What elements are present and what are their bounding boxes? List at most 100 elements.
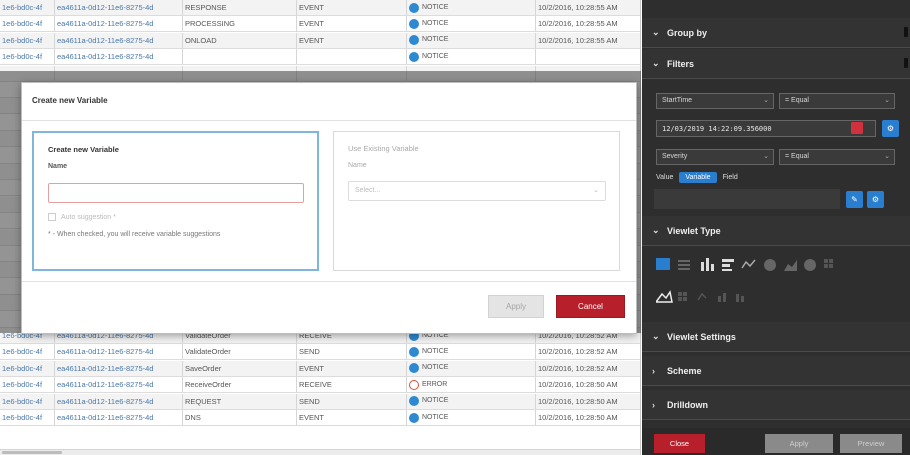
chevron-down-icon: ⌄ [652,27,660,37]
severity-label: NOTICE [422,413,449,421]
filter1-field-select[interactable]: StartTime ⌄ [656,93,774,109]
section-drilldown[interactable]: › Drilldown [642,390,910,420]
existing-variable-heading: Use Existing Variable [348,144,419,153]
filter2-field-value: Severity [662,153,688,160]
dialog-title: Create new Variable [22,83,636,121]
cell-type: EVENT [297,360,407,376]
cell-id: 1e6-bd0c-4f [0,0,55,15]
filter2-operator-select[interactable]: = Equal ⌄ [779,149,895,165]
scrollbar-thumb[interactable] [2,451,62,454]
calendar-icon[interactable] [851,122,863,134]
cell-time: 10/2/2016, 10:28:52 AM [536,344,640,359]
section-viewlet-settings[interactable]: ⌄ Viewlet Settings [642,322,910,352]
tab-variable[interactable]: Variable [679,172,717,183]
column-chart-icon[interactable] [718,293,726,302]
existing-variable-select[interactable]: Select... ⌄ [348,181,606,201]
auto-suggestion-row: Auto suggestion * [48,213,303,221]
filter2-operator-value: = Equal [785,153,809,160]
table-icon[interactable] [656,258,670,270]
info-icon [409,363,419,374]
variable-name-input[interactable] [48,183,304,203]
cell-uuid: ea4611a-0d12-11e6-8275-4d [55,377,183,393]
cell-name: REQUEST [183,393,297,409]
sparkline-icon[interactable] [697,292,707,301]
cell-uuid: ea4611a-0d12-11e6-8275-4d [55,32,183,48]
cell-name: ONLOAD [183,32,297,48]
preview-button[interactable]: Preview [840,434,902,453]
cell-level: NOTICE [407,49,536,65]
grid-icon[interactable] [678,292,687,301]
table-row[interactable]: 1e6-bd0c-4f ea4611a-0d12-11e6-8275-4d Vali… [0,344,640,361]
cell-name: ReceiveOrder [183,377,297,393]
chevron-right-icon: › [652,365,655,376]
filter2-field-select[interactable]: Severity ⌄ [656,149,774,165]
section-viewlet-type[interactable]: ⌄ Viewlet Type [642,216,910,246]
chevron-down-icon: ⌄ [652,331,660,341]
mountain-icon[interactable] [654,290,673,303]
pie-chart-icon[interactable] [764,259,776,271]
chevron-down-icon: ⌄ [884,153,890,160]
chevron-down-icon: ⌄ [884,97,890,104]
table-row[interactable]: 1e6-bd0c-4f ea4611a-0d12-11e6-8275-4d DNS E… [0,410,640,426]
severity-label: NOTICE [422,52,449,60]
table-row[interactable]: 1e6-bd0c-4f ea4611a-0d12-11e6-8275-4d REQU… [0,393,640,410]
section-drilldown-label: Drilldown [667,399,708,410]
filter1-operator-select[interactable]: = Equal ⌄ [779,93,895,109]
cell-name: PROCESSING [183,16,297,32]
side-apply-button[interactable]: Apply [765,434,833,453]
filter2-value-input[interactable] [654,189,840,209]
section-viewlet-type-label: Viewlet Type [667,225,721,236]
severity-label: NOTICE [422,347,449,355]
section-group-by[interactable]: ⌄ Group by [642,18,910,48]
stacked-bar-icon[interactable] [736,294,744,302]
cell-time: 10/2/2016, 10:28:52 AM [536,361,640,376]
table-row[interactable]: 1e6-bd0c-4f ea4611a-0d12-11e6-8275-4d ONLO… [0,32,640,49]
table-row[interactable]: 1e6-bd0c-4f ea4611a-0d12-11e6-8275-4d Rece… [0,377,640,394]
close-button[interactable]: Close [654,434,705,453]
table-row[interactable]: 1e6-bd0c-4f ea4611a-0d12-11e6-8275-4d RESP… [0,0,640,16]
pencil-icon[interactable]: ✎ [846,191,863,208]
chevron-right-icon: › [652,399,655,410]
cell-name: DNS [183,410,297,425]
viewlet-type-icons [654,258,902,320]
apply-button[interactable]: Apply [488,295,544,318]
cell-time: 10/2/2016, 10:28:50 AM [536,394,640,409]
create-variable-dialog: Create new Variable Create new Variable … [21,82,637,334]
cell-name: ValidateOrder [183,344,297,360]
cell-level: NOTICE [407,410,536,425]
gear-icon[interactable]: ⚙ [882,120,899,137]
cell-type: EVENT [297,16,407,32]
create-variable-panel: Create new Variable Name Auto suggestion… [32,131,319,271]
table-row[interactable]: 1e6-bd0c-4f ea4611a-0d12-11e6-8275-4d NOTI… [0,49,640,66]
cell-level: NOTICE [407,393,536,409]
auto-suggestion-checkbox[interactable] [48,213,56,221]
gauge-icon[interactable] [804,259,816,271]
area-chart-icon[interactable] [784,260,797,271]
horizontal-bar-icon[interactable] [722,259,734,271]
info-icon [409,51,419,62]
bar-chart-icon[interactable] [701,258,714,271]
cell-level: NOTICE [407,344,536,360]
heatmap-icon[interactable] [824,259,833,268]
section-filters[interactable]: ⌄ Filters [642,49,910,79]
tab-field[interactable]: Field [723,174,738,181]
line-chart-icon[interactable] [741,259,756,269]
tab-value[interactable]: Value [656,174,673,181]
cell-type: EVENT [297,0,407,15]
severity-label: NOTICE [422,3,449,11]
section-viewlet-settings-label: Viewlet Settings [667,331,736,342]
cancel-button[interactable]: Cancel [556,295,625,318]
cell-name [183,49,297,65]
cell-time [536,49,640,64]
gear-icon[interactable]: ⚙ [867,191,884,208]
info-icon [409,396,419,407]
cell-level: NOTICE [407,360,536,376]
cell-type: EVENT [297,410,407,425]
table-row[interactable]: 1e6-bd0c-4f ea4611a-0d12-11e6-8275-4d Save… [0,360,640,377]
list-icon[interactable] [678,260,690,270]
table-row[interactable]: 1e6-bd0c-4f ea4611a-0d12-11e6-8275-4d PROC… [0,16,640,33]
section-scheme[interactable]: › Scheme [642,356,910,386]
filter1-date-input[interactable]: 12/03/2019 14:22:09.356000 [656,120,876,137]
horizontal-scrollbar[interactable] [0,449,640,455]
existing-variable-panel: Use Existing Variable Name Select... ⌄ [333,131,620,271]
